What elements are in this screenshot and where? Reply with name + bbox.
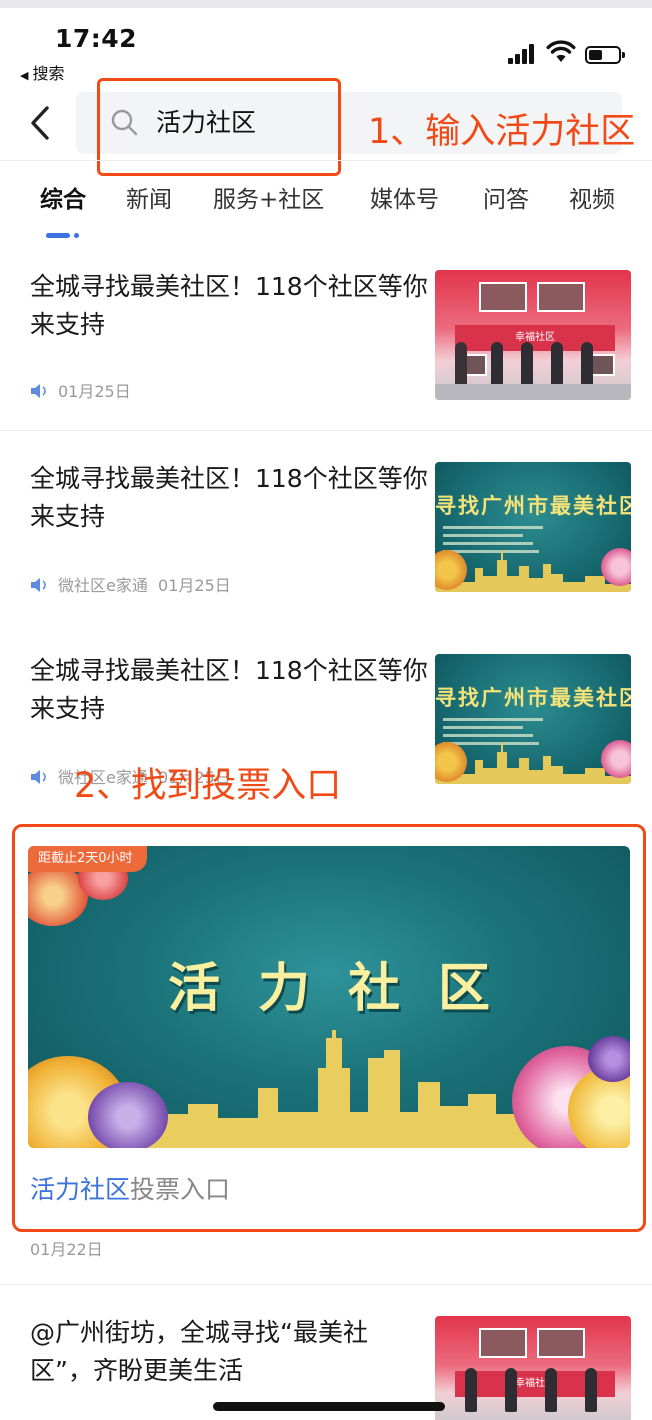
news-title: 全城寻找最美社区！118个社区等你来支持 <box>30 656 428 723</box>
vote-entry-highlight: 活力社区 <box>30 1175 131 1204</box>
home-indicator[interactable] <box>213 1402 445 1411</box>
status-time: 17:42 <box>55 24 138 53</box>
news-date: 01月25日 <box>158 576 231 595</box>
annotation-highlight-search <box>97 78 341 176</box>
news-source: 微社区e家通 <box>58 576 148 595</box>
countdown-badge: 距截止2天0小时 <box>28 846 147 872</box>
speaker-icon <box>31 578 46 592</box>
back-arrow-icon[interactable] <box>22 100 62 146</box>
news-title: 全城寻找最美社区！118个社区等你来支持 <box>30 272 428 339</box>
list-separator <box>0 1284 652 1285</box>
vote-entry-date: 01月22日 <box>30 1240 103 1259</box>
tab-media[interactable]: 媒体号 <box>370 184 439 216</box>
list-separator <box>0 430 652 431</box>
news-thumbnail: 幸福社区 <box>435 1316 631 1420</box>
news-meta: 微社区e家通 01月25日 <box>30 572 231 596</box>
category-tabs: 综合 新闻 服务+社区 媒体号 问答 视频 <box>0 172 652 238</box>
news-item[interactable]: 全城寻找最美社区！118个社区等你来支持 01月25日 幸福社区 <box>0 250 652 430</box>
news-item[interactable]: 全城寻找最美社区！118个社区等你来支持 微社区e家通 01月25日 寻找广州市… <box>0 440 652 620</box>
news-meta: 01月25日 <box>30 378 131 402</box>
active-tab-indicator <box>46 233 70 238</box>
news-thumbnail: 寻找广州市最美社区 <box>435 462 631 592</box>
cellular-signal-icon <box>508 44 536 64</box>
vote-banner[interactable]: 距截止2天0小时 活力社区 <box>28 846 630 1148</box>
status-bar: 17:42 ◀ 搜索 <box>0 8 652 88</box>
news-title: 全城寻找最美社区！118个社区等你来支持 <box>30 464 428 531</box>
news-thumbnail: 寻找广州市最美社区 <box>435 654 631 784</box>
wifi-icon <box>546 40 576 62</box>
battery-icon <box>585 46 625 64</box>
thumbnail-poster-title: 寻找广州市最美社区 <box>435 685 631 710</box>
news-title: @广州街坊，全城寻找“最美社区”，齐盼更美生活 <box>30 1318 368 1385</box>
active-tab-indicator-dot <box>74 233 79 238</box>
thumbnail-poster-title: 寻找广州市最美社区 <box>435 493 631 518</box>
back-app-label: 搜索 <box>32 64 65 83</box>
vote-entry-link[interactable]: 活力社区投票入口 <box>30 1172 230 1208</box>
annotation-step1: 1、输入活力社区 <box>368 112 636 152</box>
header-divider <box>0 160 652 161</box>
tab-service-community[interactable]: 服务+社区 <box>213 184 324 216</box>
tab-news[interactable]: 新闻 <box>126 184 172 216</box>
tab-video[interactable]: 视频 <box>569 184 615 216</box>
speaker-icon <box>31 384 46 398</box>
vote-entry-label: 投票入口 <box>130 1175 231 1204</box>
tab-all[interactable]: 综合 <box>40 184 86 216</box>
annotation-step2: 2、找到投票入口 <box>74 766 342 806</box>
top-strip <box>0 0 652 8</box>
vote-banner-title: 活力社区 <box>167 958 528 1019</box>
tab-qa[interactable]: 问答 <box>483 184 529 216</box>
news-date: 01月25日 <box>58 382 131 401</box>
speaker-icon <box>31 770 46 784</box>
news-thumbnail: 幸福社区 <box>435 270 631 400</box>
back-triangle-icon: ◀ <box>20 69 29 82</box>
back-to-app-link[interactable]: ◀ 搜索 <box>20 60 64 84</box>
